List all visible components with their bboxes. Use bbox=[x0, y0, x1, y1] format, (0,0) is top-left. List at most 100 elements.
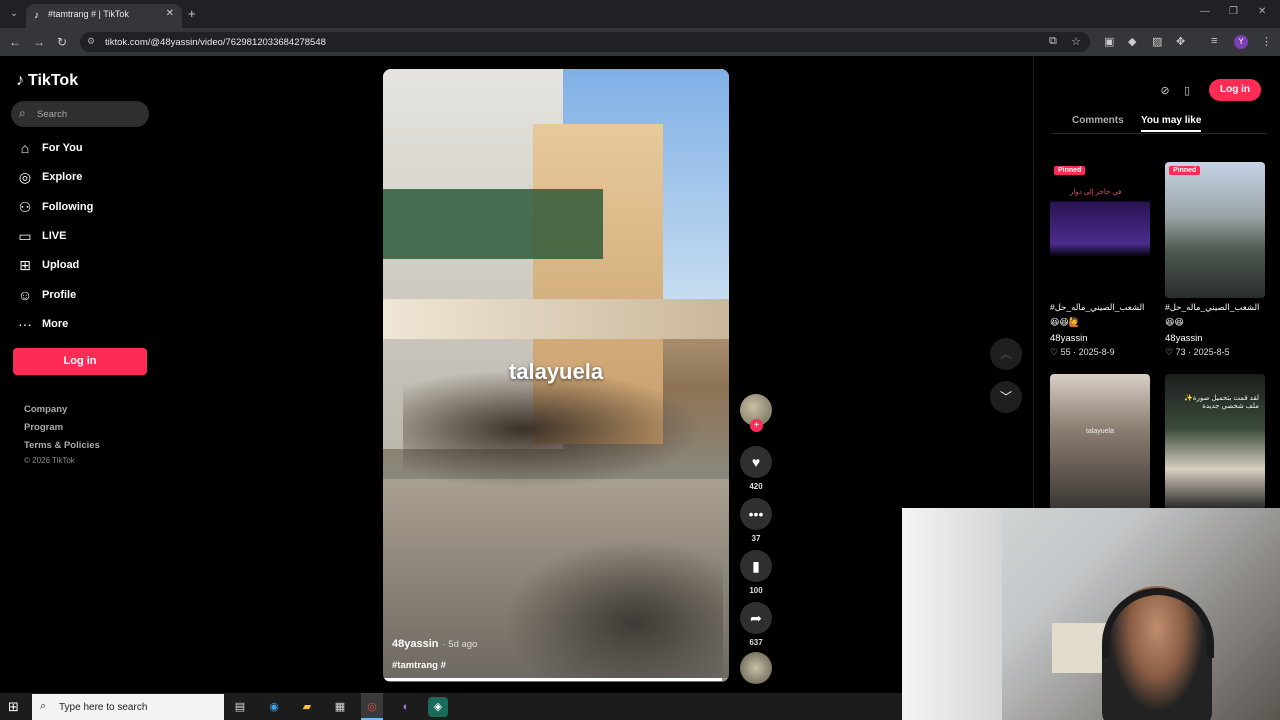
obs-recorder-icon[interactable]: ◐ bbox=[396, 697, 416, 717]
webcam-overlay bbox=[902, 508, 1280, 720]
extensions-puzzle-icon[interactable]: ✥ bbox=[1176, 35, 1185, 48]
like-count: 420 bbox=[749, 482, 763, 491]
back-icon[interactable]: ← bbox=[9, 35, 21, 49]
sidebar-item-more[interactable]: ··· More bbox=[16, 312, 146, 336]
like-button[interactable]: ♥ bbox=[740, 446, 772, 478]
pinned-badge: Pinned bbox=[1169, 166, 1201, 175]
maximize-icon[interactable]: ❐ bbox=[1229, 6, 1238, 17]
video-author[interactable]: 48yassin bbox=[392, 638, 438, 650]
extension-image-icon[interactable]: ▨ bbox=[1152, 35, 1162, 48]
reload-icon[interactable]: ↻ bbox=[57, 35, 67, 49]
tab-title: #tamtrang # | TikTok bbox=[48, 9, 129, 19]
save-button[interactable]: ▮ bbox=[740, 550, 772, 582]
previous-video-button[interactable]: ︿ bbox=[990, 338, 1022, 370]
sidebar-item-profile[interactable]: ☺ Profile bbox=[16, 283, 146, 307]
share-arrow-icon: ➦ bbox=[750, 610, 762, 626]
windows-start-icon[interactable]: ⊞ bbox=[8, 699, 19, 715]
copyright: © 2026 TikTok bbox=[24, 456, 75, 465]
site-info-icon[interactable]: ⚙ bbox=[87, 36, 95, 47]
logo-text: TikTok bbox=[28, 72, 79, 89]
url-text[interactable]: tiktok.com/@48yassin/video/7629812033684… bbox=[105, 37, 326, 48]
profile-avatar[interactable]: Y bbox=[1234, 35, 1248, 49]
card-author[interactable]: 48yassin bbox=[1050, 333, 1088, 344]
music-disc[interactable] bbox=[740, 652, 772, 684]
edge-browser-icon[interactable]: ◉ bbox=[264, 697, 284, 717]
install-app-icon[interactable]: ⧉ bbox=[1049, 35, 1057, 48]
browser-tab-active[interactable]: ♪ #tamtrang # | TikTok ✕ bbox=[26, 4, 182, 28]
sidebar-item-label: For You bbox=[42, 142, 83, 154]
sidebar-item-following[interactable]: ⚇ Following bbox=[16, 195, 146, 219]
forward-icon[interactable]: → bbox=[33, 35, 45, 49]
sidebar-item-label: Following bbox=[42, 201, 94, 213]
comment-icon: ••• bbox=[748, 506, 764, 522]
sidebar-item-upload[interactable]: ⊞ Upload bbox=[16, 253, 146, 277]
tab-search-dropdown-icon[interactable]: ⌄ bbox=[6, 6, 22, 22]
app-icon[interactable]: ◈ bbox=[428, 697, 448, 717]
thumbnail-caption: في حاجز إلى دوار bbox=[1070, 189, 1122, 196]
sidebar-item-label: Explore bbox=[42, 171, 83, 183]
follow-plus-icon[interactable]: + bbox=[750, 419, 763, 432]
video-hashtags[interactable]: #tamtrang # bbox=[392, 660, 446, 671]
profile-icon: ☺ bbox=[17, 287, 33, 303]
sidebar-item-live[interactable]: ▭ LIVE bbox=[16, 224, 146, 248]
video-scene-awning bbox=[383, 299, 729, 339]
bookmark-star-icon[interactable]: ☆ bbox=[1071, 35, 1081, 48]
search-input[interactable] bbox=[37, 106, 142, 122]
video-player[interactable]: talayuela 48yassin · 5d ago #tamtrang # bbox=[383, 69, 729, 682]
comment-button[interactable]: ••• bbox=[740, 498, 772, 530]
video-progress-bar[interactable] bbox=[383, 678, 729, 681]
device-icon[interactable]: ▯ bbox=[1177, 81, 1197, 101]
tab-you-may-like[interactable]: You may like bbox=[1141, 115, 1202, 132]
close-tab-icon[interactable]: ✕ bbox=[166, 8, 174, 19]
search-box[interactable]: ⌕ bbox=[11, 101, 149, 127]
address-toolbar: ← → ↻ ⚙ tiktok.com/@48yassin/video/76298… bbox=[0, 28, 1280, 56]
tiktok-logo[interactable]: ♪ TikTok bbox=[16, 72, 78, 90]
sidebar-item-label: Upload bbox=[42, 259, 80, 271]
bookmark-icon: ▮ bbox=[752, 558, 760, 574]
sidebar-item-explore[interactable]: ◎ Explore bbox=[16, 165, 146, 189]
taskbar-search[interactable]: ⌕ Type here to search bbox=[32, 694, 224, 720]
window-close-icon[interactable]: ✕ bbox=[1258, 6, 1266, 17]
share-button[interactable]: ➦ bbox=[740, 602, 772, 634]
tiktok-note-icon: ♪ bbox=[16, 72, 24, 89]
upload-icon: ⊞ bbox=[19, 256, 31, 273]
footer-link-company[interactable]: Company bbox=[24, 404, 67, 415]
video-progress-fill bbox=[383, 678, 723, 681]
footer-link-terms[interactable]: Terms & Policies bbox=[24, 440, 100, 451]
card-meta: ♡ 55 · 2025-8-9 bbox=[1050, 347, 1115, 357]
task-view-icon[interactable]: ▤ bbox=[230, 697, 250, 717]
following-icon: ⚇ bbox=[18, 198, 32, 215]
translate-extension-icon[interactable]: ▣ bbox=[1104, 35, 1114, 48]
video-scene-shadow bbox=[503, 539, 723, 679]
windows-taskbar: ⊞ ⌕ Type here to search ▤ ◉ ▰ ▦ ◎ ◐ ◈ bbox=[0, 693, 902, 720]
sidebar-login-button[interactable]: Log in bbox=[13, 348, 147, 375]
taskbar-search-placeholder: Type here to search bbox=[59, 702, 148, 713]
new-tab-button[interactable]: + bbox=[188, 6, 196, 21]
minimize-icon[interactable]: — bbox=[1200, 6, 1210, 17]
compass-small-icon[interactable]: ⊘ bbox=[1155, 81, 1175, 101]
file-explorer-icon[interactable]: ▰ bbox=[297, 697, 317, 717]
microsoft-store-icon[interactable]: ▦ bbox=[330, 697, 350, 717]
extension-diamond-icon[interactable]: ◆ bbox=[1128, 35, 1136, 48]
footer-link-program[interactable]: Program bbox=[24, 422, 63, 433]
video-thumbnail: Pinned في حاجز إلى دوار bbox=[1050, 162, 1150, 298]
tab-comments[interactable]: Comments bbox=[1072, 115, 1124, 126]
chrome-icon[interactable]: ◎ bbox=[362, 697, 382, 717]
thumbnail-caption: ✨لقد قمت بتحميل صورة ملف شخصي جديدة bbox=[1184, 395, 1259, 410]
reading-list-icon[interactable]: ≡ bbox=[1211, 35, 1217, 47]
header-login-button[interactable]: Log in bbox=[1209, 79, 1261, 101]
video-overlay-caption: talayuela bbox=[508, 359, 604, 384]
panel-tabs: Comments You may like bbox=[1052, 112, 1267, 134]
video-age: · 5d ago bbox=[442, 639, 478, 650]
chrome-menu-icon[interactable]: ⋮ bbox=[1261, 35, 1272, 48]
card-emoji: 😆😆 bbox=[1165, 317, 1184, 327]
video-thumbnail: talayuela bbox=[1050, 374, 1150, 510]
address-bar[interactable]: ⚙ tiktok.com/@48yassin/video/76298120336… bbox=[80, 32, 1090, 52]
next-video-button[interactable]: ﹀ bbox=[990, 381, 1022, 413]
tiktok-favicon-icon: ♪ bbox=[34, 10, 39, 21]
share-count: 637 bbox=[749, 638, 763, 647]
compass-icon: ◎ bbox=[18, 168, 32, 185]
search-icon: ⌕ bbox=[40, 700, 47, 712]
card-author[interactable]: 48yassin bbox=[1165, 333, 1203, 344]
sidebar-item-for-you[interactable]: ⌂ For You bbox=[16, 136, 146, 160]
